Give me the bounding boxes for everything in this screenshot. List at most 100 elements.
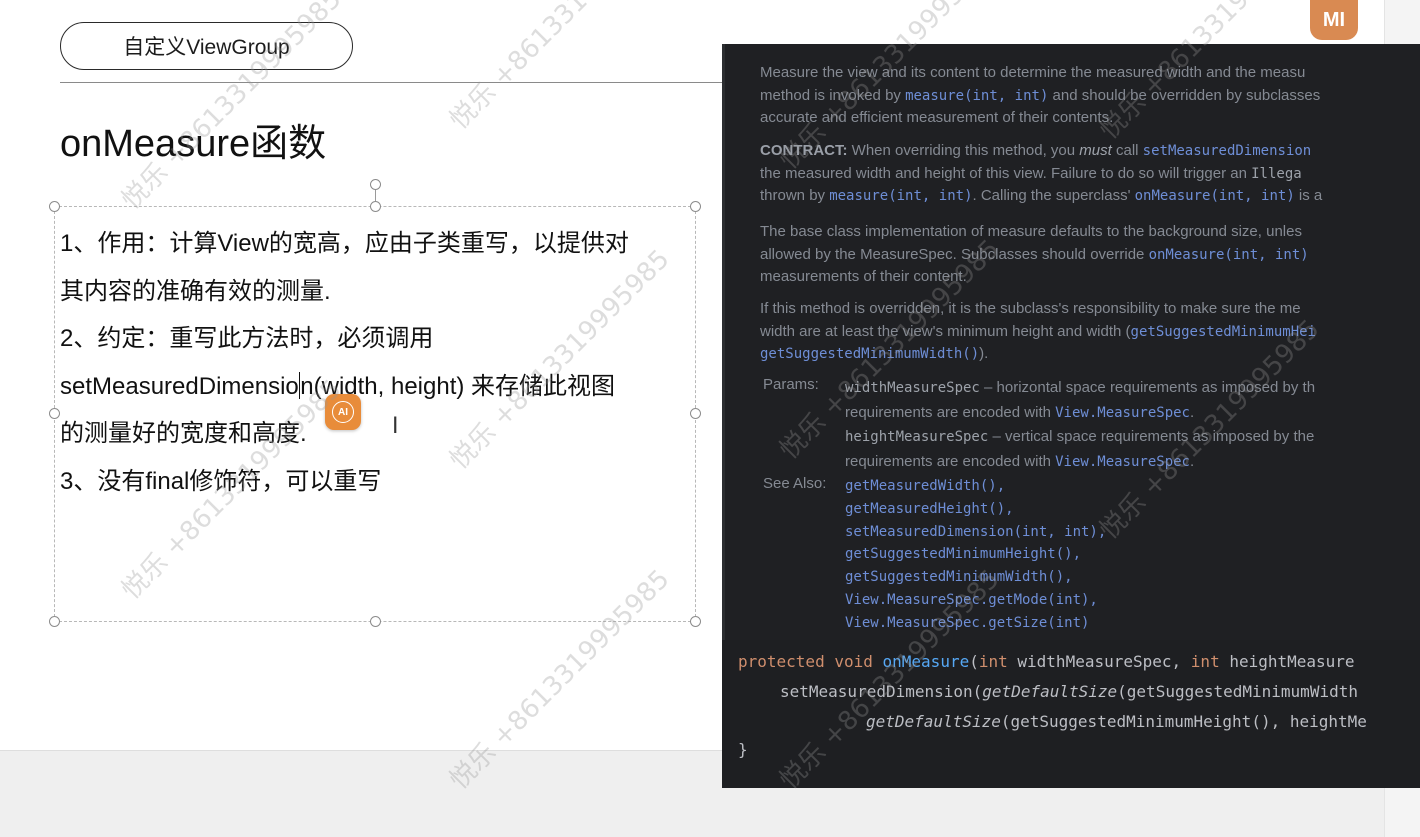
see-also-link[interactable]: getSuggestedMinimumHeight(), bbox=[845, 543, 1106, 566]
doc-link[interactable]: measure(int, int) bbox=[829, 188, 972, 204]
code-line-3: getDefaultSize(getSuggestedMinimumHeight… bbox=[866, 712, 1367, 731]
code-token: (getSuggestedMinimumHeight(), heightMe bbox=[1000, 712, 1367, 731]
mi-logo: MI bbox=[1310, 0, 1358, 40]
ai-icon: AI bbox=[332, 401, 354, 423]
resize-handle-left[interactable] bbox=[49, 408, 60, 419]
params-list: widthMeasureSpec – horizontal space requ… bbox=[845, 376, 1315, 474]
doc-text: . bbox=[1189, 452, 1195, 470]
resize-handle-top-right[interactable] bbox=[690, 201, 701, 212]
code-token: int bbox=[978, 652, 1008, 671]
doc-text: thrown by bbox=[760, 187, 830, 204]
doc-text: width are at least the view's minimum he… bbox=[760, 322, 1131, 340]
doc-text: thrown by measure(int, int). Calling the… bbox=[760, 185, 1322, 208]
resize-handle-top-left[interactable] bbox=[49, 201, 60, 212]
resize-handle-bottom-left[interactable] bbox=[49, 616, 60, 627]
rotation-handle[interactable] bbox=[370, 179, 381, 190]
doc-text: requirements are encoded with bbox=[845, 403, 1056, 421]
see-also-link[interactable]: getMeasuredHeight(), bbox=[845, 498, 1106, 521]
doc-paragraph-1: Measure the view and its content to dete… bbox=[760, 62, 1320, 130]
doc-text: requirements are encoded with View.Measu… bbox=[845, 450, 1315, 475]
code-token: getDefaultSize bbox=[866, 712, 1001, 731]
doc-text: is a bbox=[1294, 187, 1323, 204]
doc-text: CONTRACT: When overriding this method, y… bbox=[760, 140, 1322, 163]
doc-link[interactable]: setMeasuredDimension bbox=[1143, 143, 1312, 159]
javadoc-content: Measure the view and its content to dete… bbox=[722, 44, 1420, 640]
doc-text: When overriding this method, you bbox=[847, 142, 1080, 159]
doc-paragraph-2: CONTRACT: When overriding this method, y… bbox=[760, 140, 1322, 208]
body-line-4-before-caret: setMeasuredDimensio bbox=[60, 372, 299, 400]
see-also-link[interactable]: setMeasuredDimension(int, int), bbox=[845, 521, 1106, 544]
doc-text: – horizontal space requirements as impos… bbox=[979, 379, 1316, 396]
code-token: protected bbox=[738, 652, 825, 671]
doc-link[interactable]: View.MeasureSpec bbox=[1055, 405, 1190, 421]
doc-text: the measured width and height of this vi… bbox=[760, 164, 1252, 182]
body-line-4: setMeasuredDimension(width, height) 来存储此… bbox=[60, 363, 692, 411]
resize-handle-bottom-right[interactable] bbox=[690, 616, 701, 627]
doc-text: allowed by the MeasureSpec. Subclasses s… bbox=[760, 245, 1149, 263]
text-cursor-icon: I bbox=[392, 414, 399, 439]
doc-text: widthMeasureSpec bbox=[845, 380, 980, 396]
doc-text: must bbox=[1079, 142, 1112, 159]
resize-handle-top[interactable] bbox=[370, 201, 381, 212]
doc-text: measurements of their content. bbox=[760, 268, 967, 285]
body-line-2: 其内容的准确有效的测量. bbox=[60, 277, 331, 305]
doc-text: requirements are encoded with bbox=[845, 452, 1056, 470]
code-line-4: } bbox=[738, 740, 748, 759]
doc-text: heightMeasureSpec bbox=[845, 429, 989, 445]
doc-link[interactable]: View.MeasureSpec bbox=[1055, 454, 1190, 470]
code-token: onMeasure bbox=[882, 652, 970, 671]
slide-body-text[interactable]: 1、作用：计算View的宽高，应由子类重写，以提供对 其内容的准确有效的测量. … bbox=[60, 220, 692, 505]
see-also-link[interactable]: View.MeasureSpec.getSize(int) bbox=[845, 612, 1106, 635]
code-token: void bbox=[834, 652, 873, 671]
doc-text: . Calling the superclass' bbox=[972, 187, 1135, 204]
resize-handle-bottom[interactable] bbox=[370, 616, 381, 627]
doc-text: getSuggestedMinimumWidth()). bbox=[760, 343, 1316, 366]
doc-paragraph-4: If this method is overridden, it is the … bbox=[760, 298, 1316, 366]
see-also-link[interactable]: getSuggestedMinimumWidth(), bbox=[845, 566, 1106, 589]
see-also-link[interactable]: getMeasuredWidth(), bbox=[845, 475, 1106, 498]
doc-text: and should be overridden by subclasses bbox=[1048, 86, 1321, 104]
doc-link[interactable]: onMeasure(int, int) bbox=[1135, 188, 1295, 204]
doc-text: allowed by the MeasureSpec. Subclasses s… bbox=[760, 244, 1309, 267]
doc-text: Measure the view and its content to dete… bbox=[760, 64, 1306, 81]
doc-link[interactable]: measure(int, int) bbox=[905, 88, 1048, 104]
doc-text: heightMeasureSpec – vertical space requi… bbox=[845, 425, 1315, 450]
see-also-link[interactable]: View.MeasureSpec.getMode(int), bbox=[845, 589, 1106, 612]
code-editor[interactable]: protected void onMeasure(int widthMeasur… bbox=[722, 640, 1420, 788]
doc-link[interactable]: getSuggestedMinimumWidth() bbox=[760, 346, 979, 362]
doc-text: If this method is overridden, it is the … bbox=[760, 300, 1301, 317]
code-line-2: setMeasuredDimension(getDefaultSize(getS… bbox=[780, 682, 1358, 701]
doc-text: – vertical space requirements as imposed… bbox=[988, 428, 1315, 445]
code-token: getDefaultSize bbox=[982, 682, 1118, 701]
doc-text: width are at least the view's minimum he… bbox=[760, 321, 1316, 344]
code-token: (getSuggestedMinimumWidth bbox=[1117, 682, 1358, 701]
doc-text: requirements are encoded with View.Measu… bbox=[845, 401, 1315, 426]
ide-documentation-popup: Measure the view and its content to dete… bbox=[722, 44, 1420, 788]
doc-text: ). bbox=[979, 345, 989, 362]
body-line-3: 2、约定：重写此方法时，必须调用 bbox=[60, 325, 434, 352]
body-line-5: 的测量好的宽度和高度. bbox=[60, 420, 307, 447]
code-token: heightMeasure bbox=[1219, 652, 1355, 671]
code-token: int bbox=[1190, 652, 1220, 671]
ai-assistant-button[interactable]: AI bbox=[325, 394, 361, 430]
doc-paragraph-3: The base class implementation of measure… bbox=[760, 221, 1309, 289]
doc-link[interactable]: getSuggestedMinimumHei bbox=[1131, 324, 1316, 340]
doc-text: call bbox=[1111, 142, 1143, 159]
doc-text: accurate and efficient measurement of th… bbox=[760, 109, 1114, 126]
body-line-1: 1、作用：计算View的宽高，应由子类重写，以提供对 bbox=[60, 230, 629, 257]
doc-text: widthMeasureSpec – horizontal space requ… bbox=[845, 376, 1315, 401]
code-line-1: protected void onMeasure(int widthMeasur… bbox=[738, 652, 1355, 671]
see-also-list: getMeasuredWidth(), getMeasuredHeight(),… bbox=[845, 475, 1106, 635]
doc-text: The base class implementation of measure… bbox=[760, 223, 1302, 240]
doc-text: method is invoked by measure(int, int) a… bbox=[760, 85, 1320, 108]
body-line-6: 3、没有final修饰符，可以重写 bbox=[60, 467, 382, 495]
doc-link[interactable]: onMeasure(int, int) bbox=[1149, 247, 1309, 263]
code-token: setMeasuredDimension( bbox=[780, 682, 983, 701]
code-token: widthMeasureSpec, bbox=[1007, 652, 1191, 671]
doc-text: Illega bbox=[1251, 165, 1302, 182]
slide-title: onMeasure函数 bbox=[60, 123, 327, 165]
doc-text: CONTRACT: bbox=[760, 142, 848, 159]
doc-text: . bbox=[1189, 403, 1195, 421]
